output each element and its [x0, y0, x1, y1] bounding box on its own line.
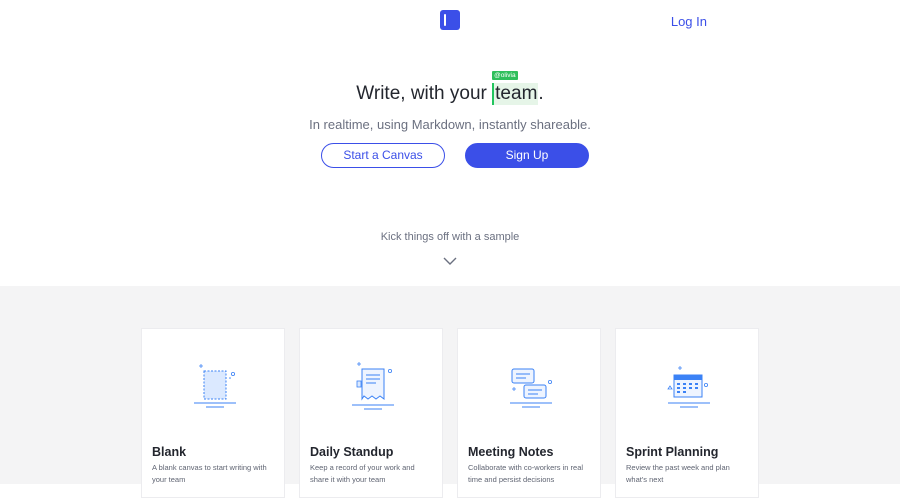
start-canvas-button[interactable]: Start a Canvas — [321, 143, 445, 168]
headline-prefix: Write, with your — [356, 83, 487, 104]
sample-description: Keep a record of your work and share it … — [310, 463, 415, 484]
signup-button[interactable]: Sign Up — [465, 143, 589, 168]
login-link[interactable]: Log In — [671, 14, 707, 29]
document-icon — [352, 362, 394, 410]
hero-subtitle: In realtime, using Markdown, instantly s… — [309, 117, 591, 132]
hero-section: Log In Write, with your @olivia team. In … — [0, 0, 900, 286]
chat-bubbles-icon — [510, 368, 553, 408]
headline: Write, with your @olivia team. — [0, 71, 900, 105]
headline-word: team — [495, 83, 538, 104]
headline-team-word: @olivia team — [492, 71, 539, 105]
samples-section: Blank A blank canvas to start writing wi… — [0, 286, 900, 498]
sample-card-meeting-notes[interactable]: Meeting Notes Collaborate with co-worker… — [457, 328, 601, 498]
sample-card-sprint-planning[interactable]: Sprint Planning Review the past week and… — [615, 328, 759, 498]
chevron-down-icon[interactable] — [443, 256, 457, 266]
samples-prompt: Kick things off with a sample — [380, 231, 520, 243]
sample-card-daily-standup[interactable]: Daily Standup Keep a record of your work… — [299, 328, 443, 498]
sample-description: Collaborate with co-workers in real time… — [468, 463, 584, 484]
sample-card-blank[interactable]: Blank A blank canvas to start writing wi… — [141, 328, 285, 498]
sample-title: Blank — [152, 445, 187, 459]
blank-canvas-icon — [194, 364, 236, 408]
sample-title: Daily Standup — [310, 445, 394, 459]
sample-title: Meeting Notes — [468, 445, 554, 459]
headline-suffix: . — [538, 83, 544, 104]
logo-icon[interactable] — [440, 10, 460, 30]
sample-title: Sprint Planning — [626, 445, 719, 459]
sample-description: Review the past week and plan what's nex… — [626, 463, 730, 484]
sample-description: A blank canvas to start writing with you… — [152, 463, 267, 484]
calendar-icon — [667, 366, 710, 408]
collaborator-cursor-tag: @olivia — [492, 71, 518, 80]
